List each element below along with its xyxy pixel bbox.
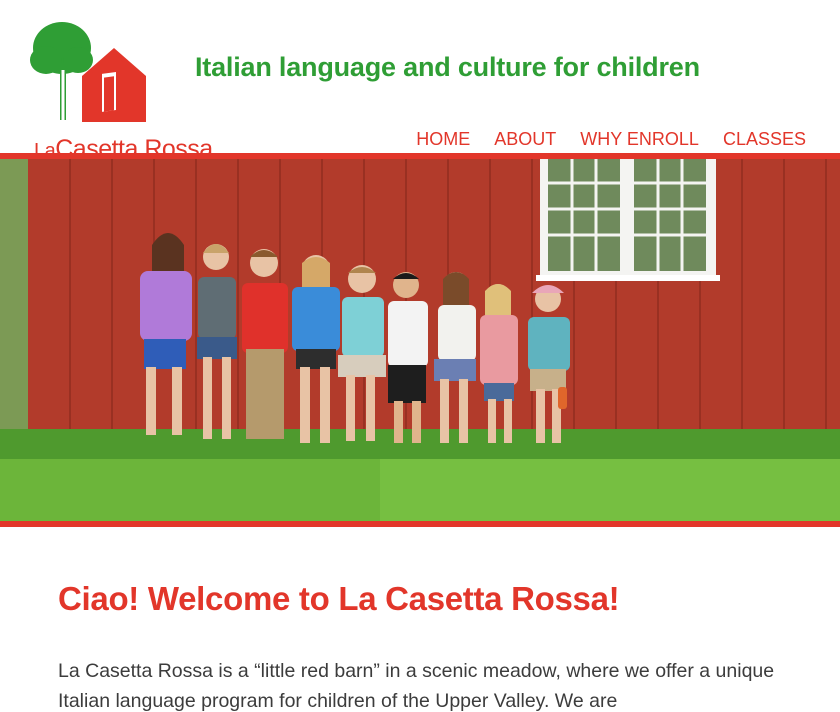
logo-graphic	[30, 22, 146, 124]
site-header: LaCasetta Rossa Italian language and cul…	[0, 0, 840, 163]
intro-paragraph: La Casetta Rossa is a “little red barn” …	[58, 660, 775, 712]
welcome-heading: Ciao! Welcome to La Casetta Rossa!	[58, 580, 620, 617]
hero-photo	[0, 159, 840, 521]
site-tagline: Italian language and culture for childre…	[195, 52, 700, 82]
site-logo[interactable]: LaCasetta Rossa	[16, 18, 213, 163]
main-content: Ciao! Welcome to La Casetta Rossa! La Ca…	[58, 580, 798, 712]
hero-divider	[0, 521, 840, 527]
barn-window	[536, 159, 720, 281]
hero-image	[0, 159, 840, 521]
